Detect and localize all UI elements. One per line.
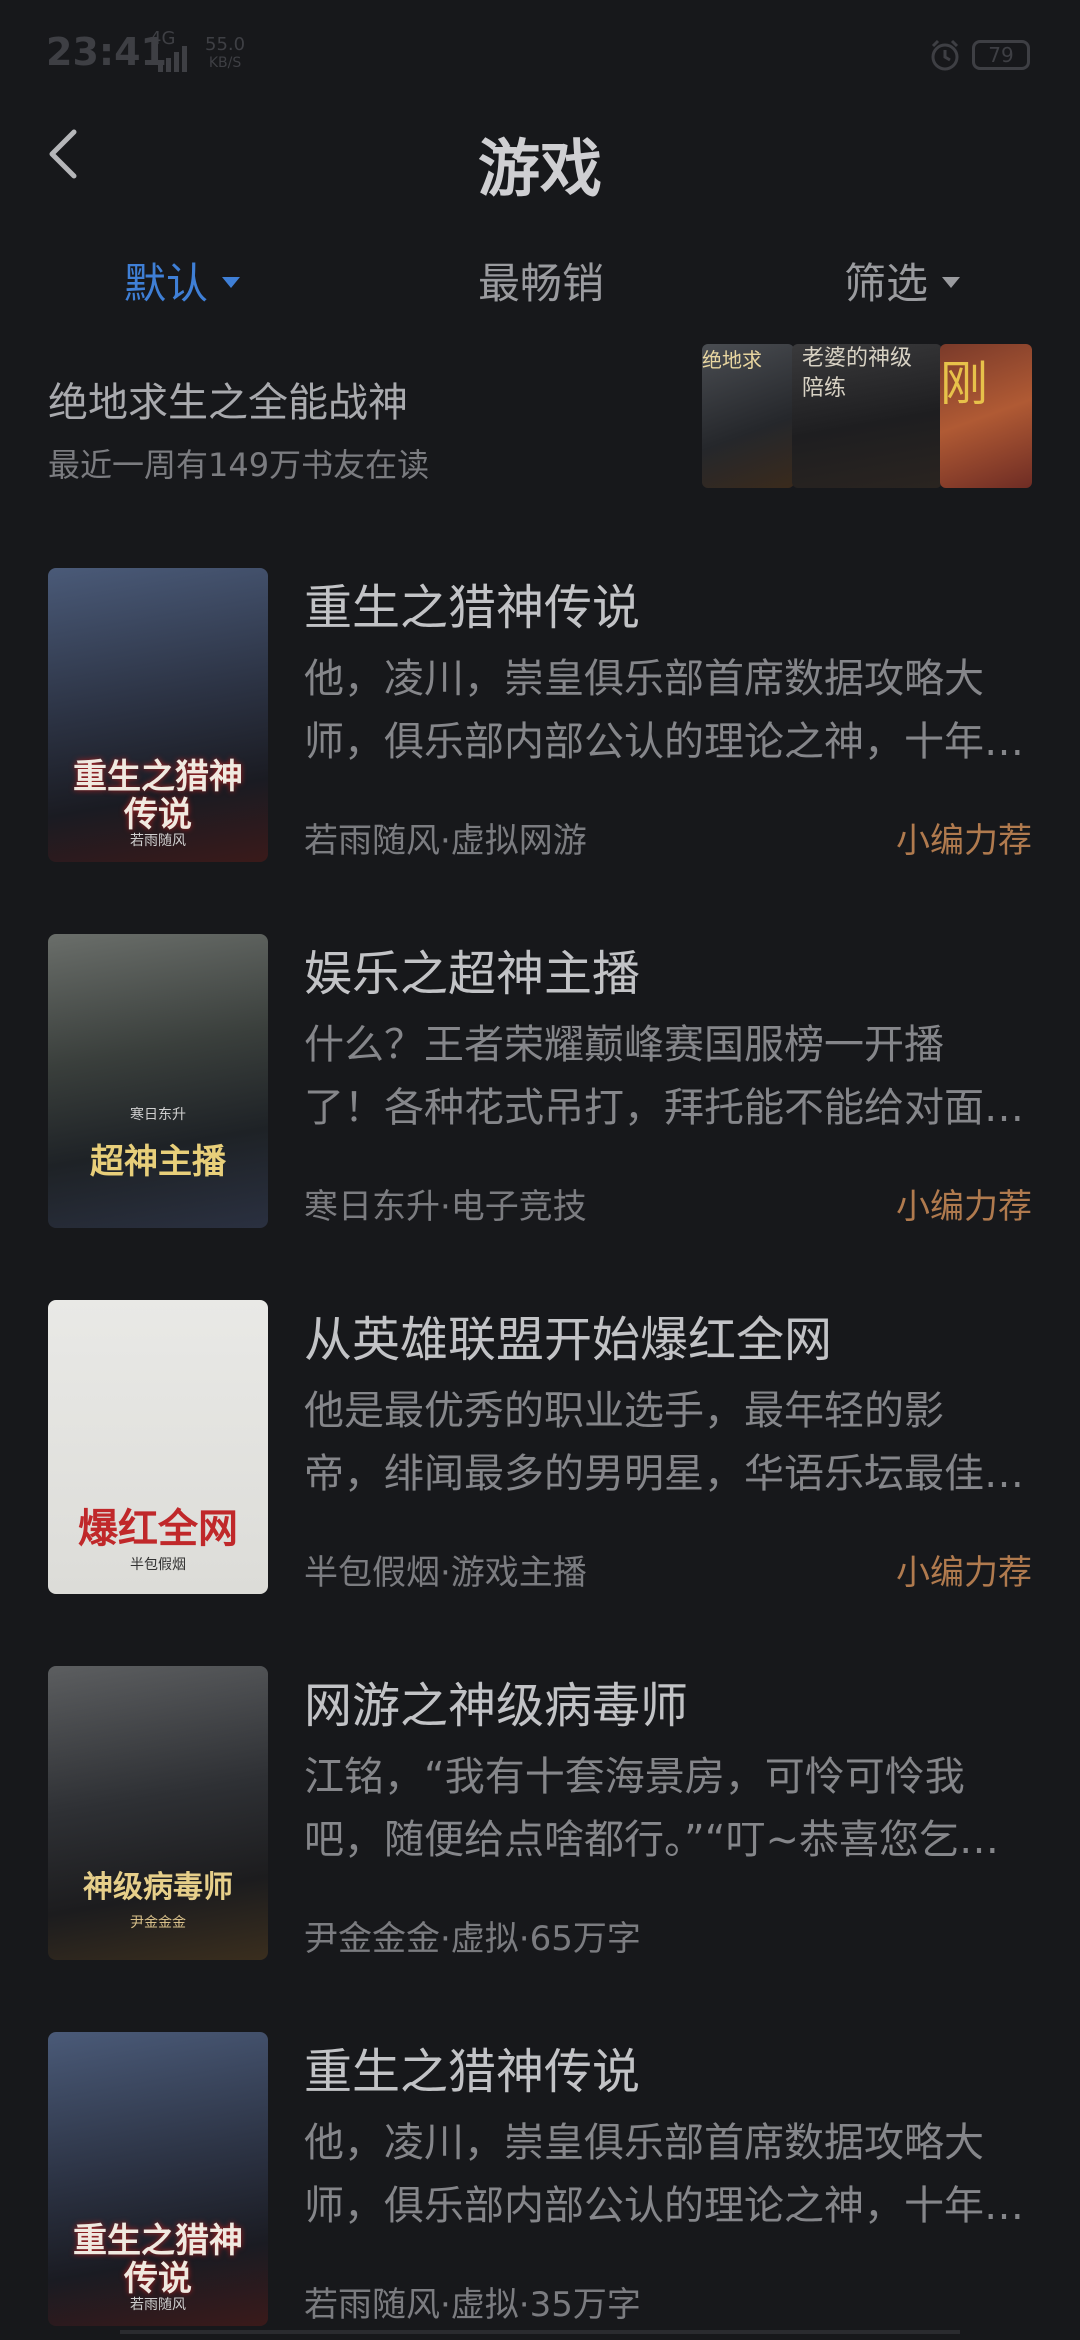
cover-title: 超神主播 (90, 1142, 226, 1182)
book-description-line: 吧，随便给点啥都行。”“叮~恭喜您乞… (304, 1817, 999, 1863)
featured-cover-1: 绝地求 (702, 344, 794, 488)
list-item[interactable]: 重生之猎神传说 若雨随风 重生之猎神传说 他，凌川，崇皇俱乐部首席数据攻略大 师… (0, 2032, 1080, 2332)
list-item[interactable]: 神级病毒师 尹金金金 网游之神级病毒师 江铭，“我有十套海景房，可怜可怜我 吧，… (0, 1666, 1080, 1966)
list-item[interactable]: 重生之猎神传说 若雨随风 重生之猎神传说 他，凌川，崇皇俱乐部首席数据攻略大 师… (0, 568, 1080, 868)
cover-title: 重生之猎神传说 (73, 757, 243, 835)
book-cover: 神级病毒师 尹金金金 (48, 1666, 268, 1960)
book-description-line: 他是最优秀的职业选手，最年轻的影 (304, 1388, 944, 1434)
book-title: 娱乐之超神主播 (304, 946, 641, 1002)
book-description-line: 什么？王者荣耀巅峰赛国服榜一开播 (304, 1022, 944, 1068)
book-cover: 重生之猎神传说 若雨随风 (48, 2032, 268, 2326)
book-title: 网游之神级病毒师 (304, 1678, 689, 1734)
page-title: 游戏 (477, 132, 602, 205)
book-cover: 重生之猎神传说 若雨随风 (48, 568, 268, 862)
book-description: 他，凌川，崇皇俱乐部首席数据攻略大 师，俱乐部内部公认的理论之神，十年… (304, 648, 1034, 774)
book-description-line: 他，凌川，崇皇俱乐部首席数据攻略大 (304, 656, 984, 702)
book-description: 他，凌川，崇皇俱乐部首席数据攻略大 师，俱乐部内部公认的理论之神，十年… (304, 2112, 1034, 2238)
featured-subtitle: 最近一周有149万书友在读 (48, 446, 430, 484)
cover-title: 重生之猎神传说 (73, 2221, 243, 2299)
cover-author: 若雨随风 (130, 833, 186, 849)
book-description: 什么？王者荣耀巅峰赛国服榜一开播 了！各种花式吊打，拜托能不能给对面… (304, 1014, 1034, 1140)
cover-author: 半包假烟 (130, 1557, 186, 1573)
tab-default-label: 默认 (124, 259, 209, 308)
featured-cover-2: 老婆的神级陪练 (792, 344, 942, 488)
tab-filter[interactable]: 筛选 (844, 250, 961, 311)
cover-author: 尹金金金 (130, 1915, 186, 1931)
tab-bestselling[interactable]: 最畅销 (478, 250, 604, 311)
book-description-line: 师，俱乐部内部公认的理论之神，十年… (304, 2183, 1024, 2229)
book-meta: 若雨随风·虚拟·35万字 (304, 2285, 641, 2325)
caret-down-icon (942, 277, 961, 288)
book-tag: 小编力荐 (896, 1187, 1032, 1227)
featured-cover-2-text: 老婆的神级陪练 (802, 346, 913, 401)
featured-banner[interactable]: 绝地求生之全能战神 最近一周有149万书友在读 绝地求 老婆的神级陪练 刚 (0, 340, 1080, 500)
speed-value: 55.0 (205, 34, 246, 55)
book-title: 重生之猎神传说 (304, 580, 641, 636)
featured-cover-3: 刚 (940, 344, 1032, 488)
cover-author: 若雨随风 (130, 2297, 186, 2313)
tab-filter-label: 筛选 (844, 259, 929, 308)
signal-icon (158, 46, 187, 72)
featured-cover-3-text: 刚 (940, 356, 989, 412)
cover-author: 寒日东升 (130, 1107, 186, 1123)
book-meta: 尹金金金·虚拟·65万字 (304, 1919, 641, 1959)
book-meta: 寒日东升·电子竞技 (304, 1187, 587, 1227)
book-cover: 超神主播 寒日东升 (48, 934, 268, 1228)
speed-unit: KB/S (208, 55, 242, 71)
book-description-line: 江铭，“我有十套海景房，可怜可怜我 (304, 1754, 965, 1800)
status-bar: 23:41 4G 55.0 KB/S 79 (0, 0, 1080, 110)
book-description-line: 师，俱乐部内部公认的理论之神，十年… (304, 719, 1024, 765)
bottom-divider (120, 2330, 960, 2334)
network-speed: 55.0 KB/S (205, 36, 245, 72)
tab-default[interactable]: 默认 (124, 250, 241, 311)
cover-title: 神级病毒师 (83, 1870, 233, 1905)
book-tag: 小编力荐 (896, 1553, 1032, 1593)
book-description-line: 帝，绯闻最多的男明星，华语乐坛最佳… (304, 1451, 1024, 1497)
book-description: 他是最优秀的职业选手，最年轻的影 帝，绯闻最多的男明星，华语乐坛最佳… (304, 1380, 1034, 1506)
status-time: 23:41 (46, 30, 167, 74)
book-title: 从英雄联盟开始爆红全网 (304, 1312, 833, 1368)
list-item[interactable]: 爆红全网 半包假烟 从英雄联盟开始爆红全网 他是最优秀的职业选手，最年轻的影 帝… (0, 1300, 1080, 1600)
caret-down-icon (222, 277, 241, 288)
book-meta: 半包假烟·游戏主播 (304, 1553, 587, 1593)
alarm-icon (931, 39, 959, 71)
book-title: 重生之猎神传说 (304, 2044, 641, 2100)
book-cover: 爆红全网 半包假烟 (48, 1300, 268, 1594)
book-tag: 小编力荐 (896, 821, 1032, 861)
featured-cover-1-text: 绝地求 (702, 348, 762, 372)
featured-title: 绝地求生之全能战神 (48, 380, 408, 426)
book-description-line: 了！各种花式吊打，拜托能不能给对面… (304, 1085, 1024, 1131)
book-meta: 若雨随风·虚拟网游 (304, 821, 587, 861)
tab-bestselling-label: 最畅销 (478, 259, 605, 308)
sort-tabs: 默认 最畅销 筛选 (0, 250, 1080, 330)
cover-title: 爆红全网 (78, 1505, 238, 1552)
book-description-line: 他，凌川，崇皇俱乐部首席数据攻略大 (304, 2120, 984, 2166)
book-description: 江铭，“我有十套海景房，可怜可怜我 吧，随便给点啥都行。”“叮~恭喜您乞… (304, 1746, 1034, 1872)
list-item[interactable]: 超神主播 寒日东升 娱乐之超神主播 什么？王者荣耀巅峰赛国服榜一开播 了！各种花… (0, 934, 1080, 1234)
battery-indicator: 79 (972, 40, 1030, 70)
